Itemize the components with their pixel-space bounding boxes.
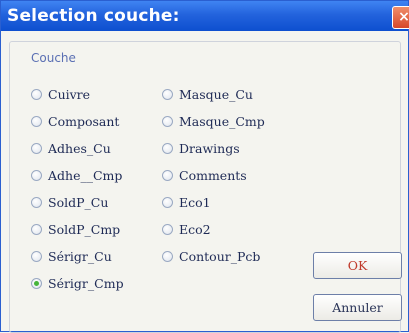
radio-comments[interactable]: Comments xyxy=(162,168,247,183)
radio-adhes-cu[interactable]: Adhes_Cu xyxy=(31,141,111,156)
radio-button-icon[interactable] xyxy=(162,251,173,262)
radio-serigr-cu[interactable]: Sérigr_Cu xyxy=(31,249,112,264)
radio-label: Comments xyxy=(179,168,247,183)
radio-masque-cmp[interactable]: Masque_Cmp xyxy=(162,114,265,129)
radio-button-icon[interactable] xyxy=(31,224,42,235)
radio-button-icon[interactable] xyxy=(31,116,42,127)
radio-label: Adhes_Cu xyxy=(48,141,111,156)
cancel-button[interactable]: Annuler xyxy=(313,294,402,321)
radio-label: Sérigr_Cu xyxy=(48,249,112,264)
radio-button-icon[interactable] xyxy=(162,89,173,100)
radio-label: Composant xyxy=(48,114,120,129)
radio-label: Eco1 xyxy=(179,195,211,210)
radio-composant[interactable]: Composant xyxy=(31,114,119,129)
radio-label: Eco2 xyxy=(179,222,211,237)
dialog-title: Selection couche: xyxy=(7,6,180,26)
close-icon[interactable]: × xyxy=(392,6,409,29)
radio-label: Masque_Cu xyxy=(179,87,253,102)
radio-button-icon[interactable] xyxy=(162,197,173,208)
radio-label: Drawings xyxy=(179,141,240,156)
radio-button-icon[interactable] xyxy=(31,89,42,100)
radio-button-selected-icon[interactable] xyxy=(31,278,42,289)
radio-soldp-cu[interactable]: SoldP_Cu xyxy=(31,195,108,210)
radio-adhe-cmp[interactable]: Adhe__Cmp xyxy=(31,168,122,183)
radio-eco1[interactable]: Eco1 xyxy=(162,195,211,210)
radio-label: Contour_Pcb xyxy=(179,249,261,264)
ok-button[interactable]: OK xyxy=(313,252,402,279)
radio-cuivre[interactable]: Cuivre xyxy=(31,87,90,102)
radio-button-icon[interactable] xyxy=(31,170,42,181)
radio-button-icon[interactable] xyxy=(31,197,42,208)
radio-label: Sérigr_Cmp xyxy=(48,276,124,291)
radio-label: SoldP_Cmp xyxy=(48,222,121,237)
radio-label: SoldP_Cu xyxy=(48,195,109,210)
radio-label: Masque_Cmp xyxy=(179,114,265,129)
radio-button-icon[interactable] xyxy=(31,251,42,262)
radio-button-icon[interactable] xyxy=(31,143,42,154)
radio-button-icon[interactable] xyxy=(162,116,173,127)
radio-drawings[interactable]: Drawings xyxy=(162,141,240,156)
radio-soldp-cmp[interactable]: SoldP_Cmp xyxy=(31,222,120,237)
radio-button-icon[interactable] xyxy=(162,170,173,181)
title-bar[interactable]: Selection couche: × xyxy=(1,1,409,31)
radio-button-icon[interactable] xyxy=(162,143,173,154)
radio-label: Cuivre xyxy=(48,87,91,102)
group-label: Couche xyxy=(29,51,78,65)
radio-eco2[interactable]: Eco2 xyxy=(162,222,211,237)
radio-serigr-cmp[interactable]: Sérigr_Cmp xyxy=(31,276,124,291)
radio-label: Adhe__Cmp xyxy=(48,168,123,183)
radio-contour-pcb[interactable]: Contour_Pcb xyxy=(162,249,260,264)
layer-selection-dialog: Selection couche: × Couche Cuivre Compos… xyxy=(0,0,409,333)
radio-masque-cu[interactable]: Masque_Cu xyxy=(162,87,253,102)
radio-button-icon[interactable] xyxy=(162,224,173,235)
